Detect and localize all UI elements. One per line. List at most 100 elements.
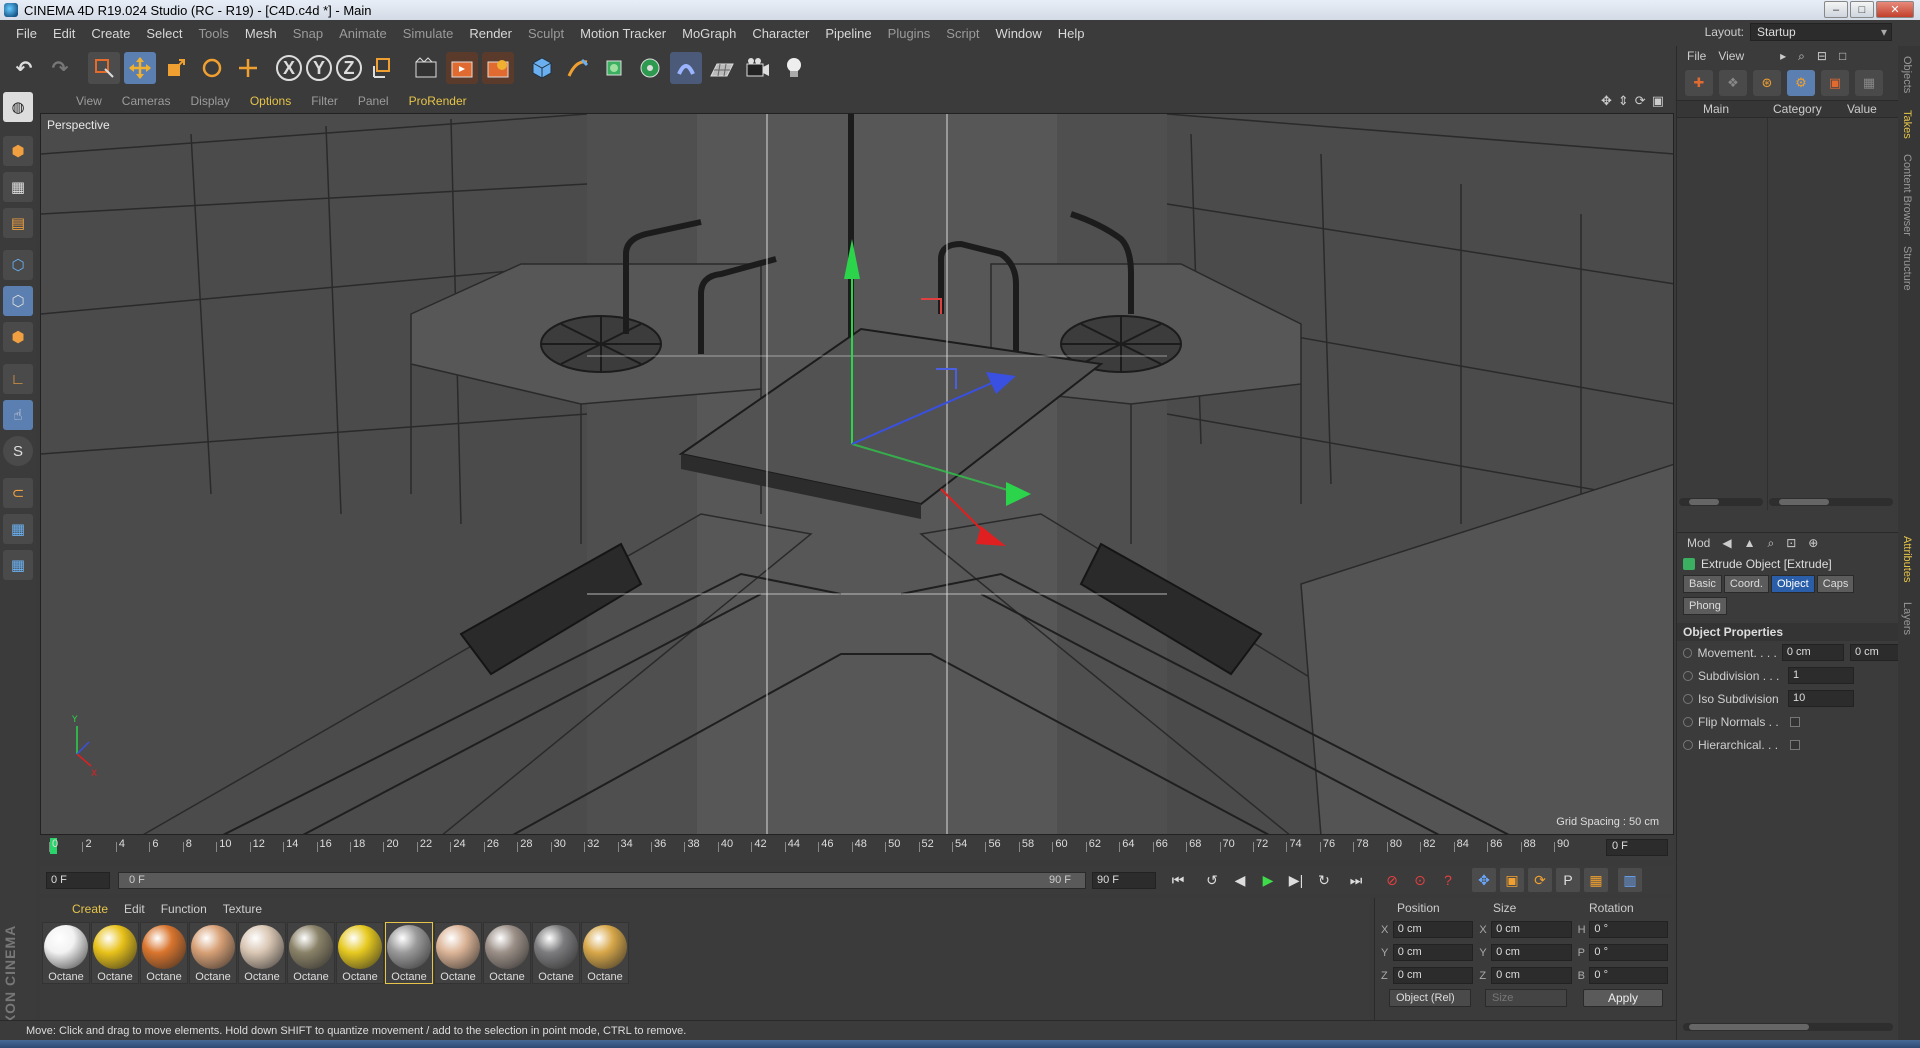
animation-key-icon[interactable] xyxy=(1683,670,1693,681)
pen-spline-icon[interactable] xyxy=(562,52,594,84)
takes-scrollbar-left[interactable] xyxy=(1679,498,1763,506)
movement-x-field[interactable]: 0 cm xyxy=(1781,644,1844,661)
clone-take-icon[interactable]: ❖ xyxy=(1719,70,1747,96)
takes-list[interactable] xyxy=(1677,118,1898,510)
menu-edit[interactable]: Edit xyxy=(45,26,83,41)
menu-snap[interactable]: Snap xyxy=(285,26,331,41)
workplane-mode-icon[interactable]: ▤ xyxy=(3,208,33,238)
auto-take-icon[interactable]: ⊛ xyxy=(1753,70,1781,96)
minimize-button[interactable]: – xyxy=(1824,1,1848,18)
rotation-h-field[interactable]: 0 ° xyxy=(1589,921,1668,938)
size-mode-dropdown[interactable]: Size xyxy=(1485,989,1567,1007)
flip-normals-checkbox[interactable] xyxy=(1790,716,1800,727)
timeline[interactable]: 0 2 4 6 8 10 12 14 16 18 20 22 24 26 28 30 32 34 36 38 40 42 4… xyxy=(40,836,1674,860)
go-to-end-icon[interactable]: ⏭ xyxy=(1344,868,1368,892)
menu-sculpt[interactable]: Sculpt xyxy=(520,26,572,41)
size-y-field[interactable]: 0 cm xyxy=(1491,944,1572,961)
record-active-objects-icon[interactable]: ⊘ xyxy=(1380,868,1404,892)
menu-pipeline[interactable]: Pipeline xyxy=(817,26,879,41)
material-item[interactable]: Octane xyxy=(42,922,90,984)
viewport-menu-cameras[interactable]: Cameras xyxy=(112,94,181,108)
rotate-tool-icon[interactable] xyxy=(196,52,228,84)
material-item[interactable]: Octane xyxy=(287,922,335,984)
cube-primitive-icon[interactable] xyxy=(526,52,558,84)
tweak-mode-icon[interactable]: ☝ xyxy=(3,400,33,430)
autokeying-icon[interactable]: ⊙ xyxy=(1408,868,1432,892)
play-icon[interactable]: ▶ xyxy=(1256,868,1280,892)
menu-mograph[interactable]: MoGraph xyxy=(674,26,744,41)
planar-workplane-icon[interactable]: ▦ xyxy=(3,550,33,580)
takes-menu-view[interactable]: View xyxy=(1718,49,1744,63)
takes-menu-file[interactable]: File xyxy=(1687,49,1706,63)
size-z-field[interactable]: 0 cm xyxy=(1491,967,1572,984)
orbit-icon[interactable]: ⟳ xyxy=(1635,93,1646,109)
dolly-icon[interactable]: ⇕ xyxy=(1618,93,1629,109)
recent-tools-icon[interactable] xyxy=(232,52,264,84)
takes-column-category[interactable]: Category xyxy=(1767,102,1843,116)
key-position-icon[interactable]: ✥ xyxy=(1472,868,1496,892)
subdivision-surface-icon[interactable] xyxy=(598,52,630,84)
menu-character[interactable]: Character xyxy=(744,26,817,41)
material-item[interactable]: Octane xyxy=(336,922,384,984)
menu-script[interactable]: Script xyxy=(938,26,987,41)
lock-icon[interactable]: ⊡ xyxy=(1786,536,1796,550)
takes-column-main[interactable]: Main xyxy=(1677,102,1767,116)
go-to-start-icon[interactable]: ⏮ xyxy=(1166,868,1190,892)
render-take-icon[interactable]: ▣ xyxy=(1821,70,1849,96)
viewport-menu-prorender[interactable]: ProRender xyxy=(399,94,477,108)
search-icon[interactable]: ⌕ xyxy=(1798,49,1805,64)
floor-environment-icon[interactable] xyxy=(706,52,738,84)
side-tab-objects[interactable]: Objects xyxy=(1901,56,1913,93)
solo-mode-icon[interactable]: S xyxy=(3,436,33,466)
workplane-lock-icon[interactable]: ▦ xyxy=(3,514,33,544)
snap-icon[interactable]: ⊂ xyxy=(3,478,33,508)
coordinate-mode-dropdown[interactable]: Object (Rel) xyxy=(1389,989,1471,1007)
viewport-menu-panel[interactable]: Panel xyxy=(348,94,399,108)
animation-key-icon[interactable] xyxy=(1683,739,1693,750)
chevron-right-icon[interactable]: ▸ xyxy=(1780,49,1786,63)
render-view-icon[interactable] xyxy=(410,52,442,84)
side-tab-attributes[interactable]: Attributes xyxy=(1901,536,1913,582)
key-parameter-icon[interactable]: P xyxy=(1556,868,1580,892)
subdivision-field[interactable]: 1 xyxy=(1788,667,1854,684)
material-item[interactable]: Octane xyxy=(140,922,188,984)
menu-simulate[interactable]: Simulate xyxy=(395,26,462,41)
tab-object[interactable]: Object xyxy=(1770,575,1815,593)
iso-subdivision-field[interactable]: 10 xyxy=(1788,690,1854,707)
minimize-panel-icon[interactable]: ⊟ xyxy=(1817,49,1827,63)
max-frame-field[interactable]: 90 F xyxy=(1092,871,1156,889)
key-scale-icon[interactable]: ▣ xyxy=(1500,868,1524,892)
size-x-field[interactable]: 0 cm xyxy=(1491,921,1572,938)
position-y-field[interactable]: 0 cm xyxy=(1392,944,1474,961)
viewport-menu-view[interactable]: View xyxy=(66,94,112,108)
edges-mode-icon[interactable]: ⬡ xyxy=(3,286,33,316)
keyframe-selection-icon[interactable]: ? xyxy=(1436,868,1460,892)
viewport-menu-display[interactable]: Display xyxy=(180,94,239,108)
search-icon[interactable]: ⌕ xyxy=(1767,536,1774,551)
material-item[interactable]: Octane xyxy=(385,922,433,984)
x-axis-lock-button[interactable]: X xyxy=(276,55,302,81)
tab-caps[interactable]: Caps xyxy=(1816,575,1855,593)
menu-select[interactable]: Select xyxy=(138,26,190,41)
material-menu-create[interactable]: Create xyxy=(64,902,116,916)
scale-tool-icon[interactable] xyxy=(160,52,192,84)
material-item[interactable]: Octane xyxy=(532,922,580,984)
menu-plugins[interactable]: Plugins xyxy=(880,26,939,41)
material-item[interactable]: Octane xyxy=(91,922,139,984)
pan-icon[interactable]: ✥ xyxy=(1601,93,1612,109)
hierarchical-checkbox[interactable] xyxy=(1790,739,1800,750)
apply-button[interactable]: Apply xyxy=(1583,989,1663,1007)
up-arrow-icon[interactable]: ▲ xyxy=(1744,536,1756,550)
tab-basic[interactable]: Basic xyxy=(1683,575,1722,593)
perspective-viewport[interactable]: Y X Perspective Grid Spacing : 50 cm xyxy=(40,113,1674,835)
material-item[interactable]: Octane xyxy=(581,922,629,984)
menu-animate[interactable]: Animate xyxy=(331,26,395,41)
animation-key-icon[interactable] xyxy=(1683,716,1693,727)
menu-render[interactable]: Render xyxy=(461,26,520,41)
maximize-button[interactable]: □ xyxy=(1850,1,1874,18)
takes-scrollbar-right[interactable] xyxy=(1769,498,1893,506)
maximize-panel-icon[interactable]: □ xyxy=(1839,49,1846,63)
next-key-icon[interactable]: ↻ xyxy=(1312,868,1336,892)
material-item[interactable]: Octane xyxy=(483,922,531,984)
position-x-field[interactable]: 0 cm xyxy=(1392,921,1474,938)
